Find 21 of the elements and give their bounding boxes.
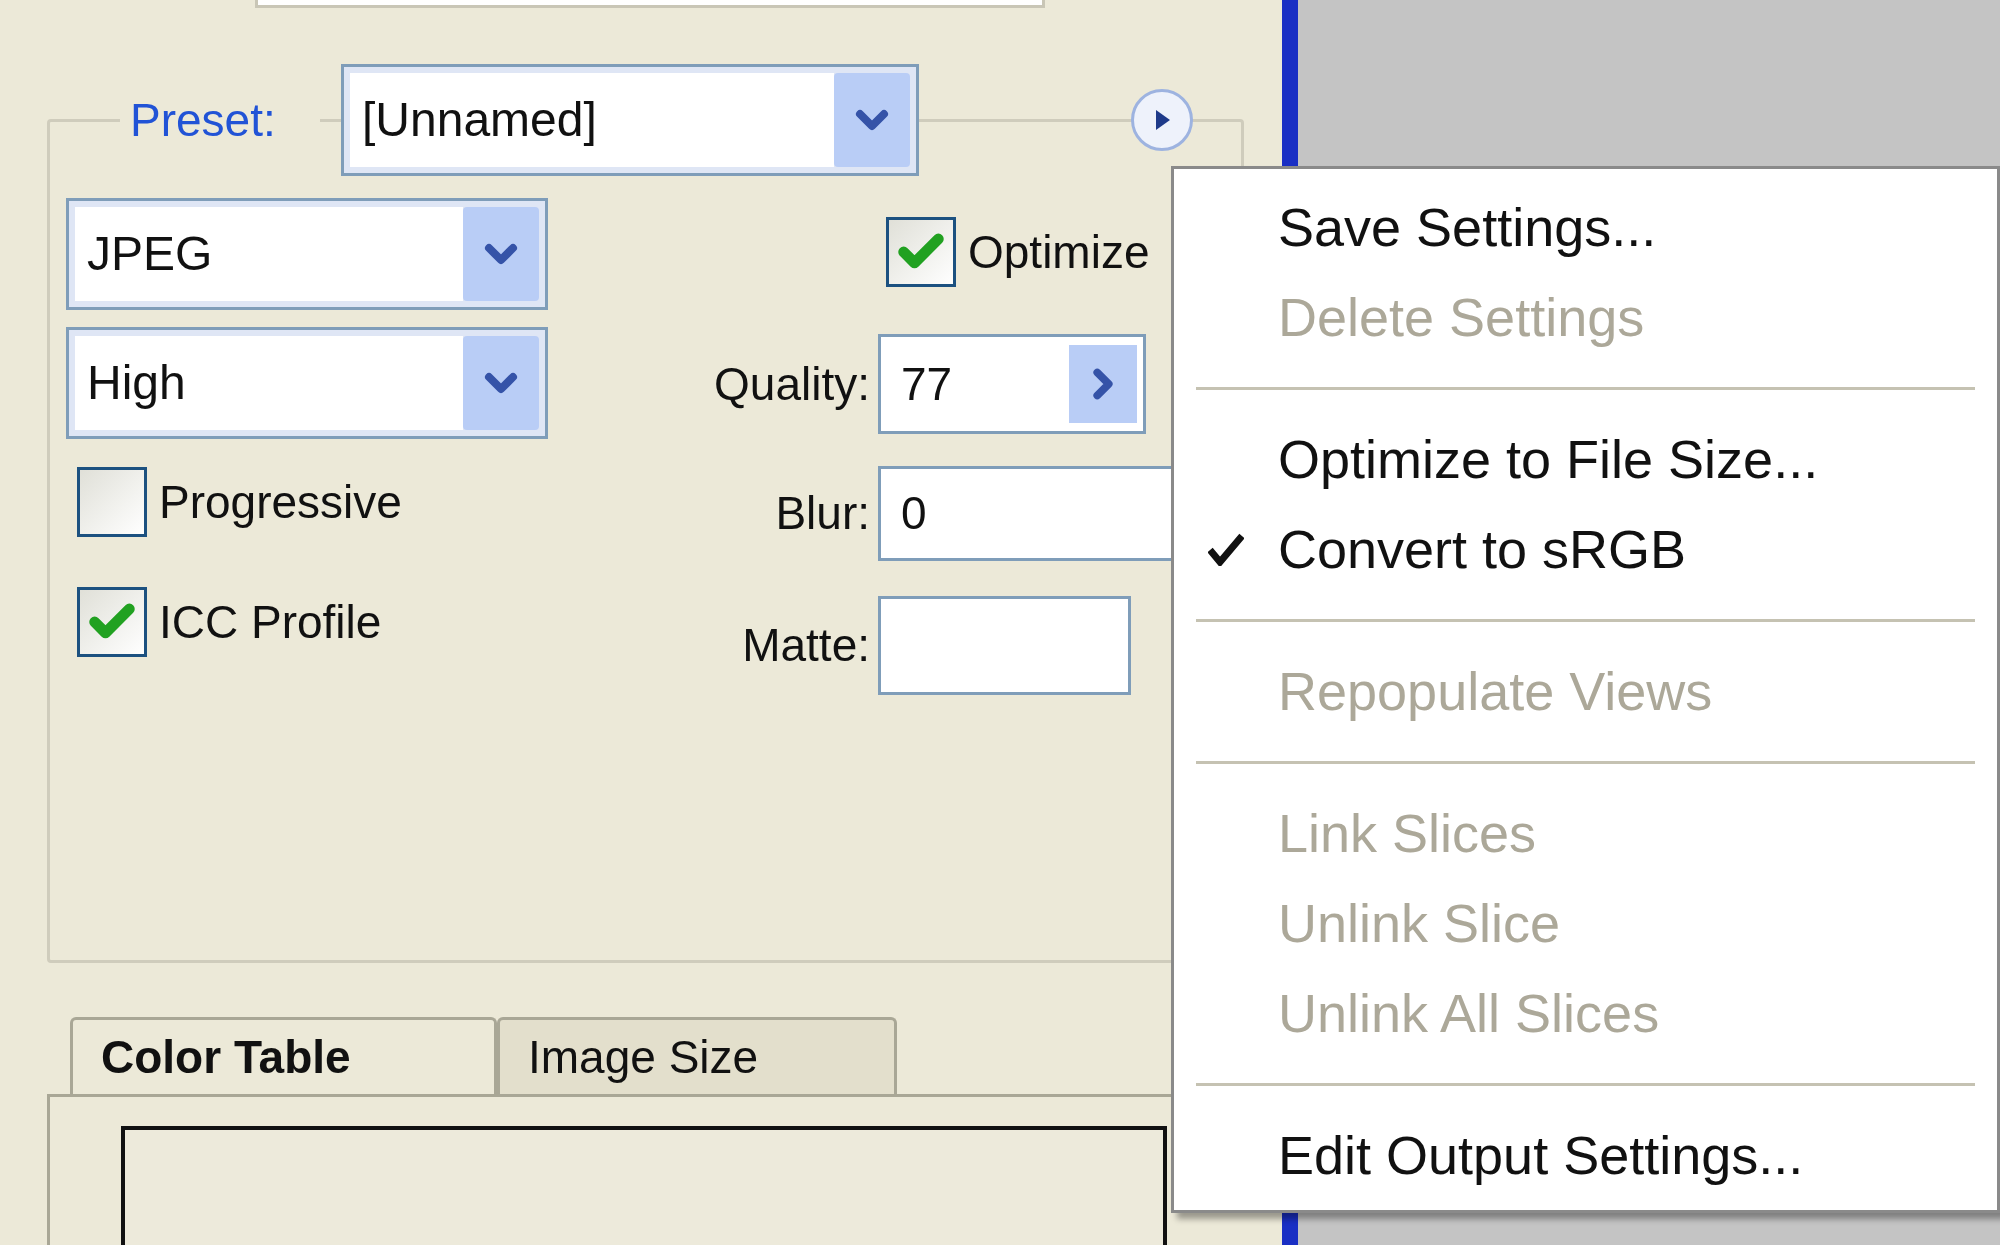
input-field[interactable] [878,596,1131,695]
arrow-right-icon[interactable] [1069,345,1137,423]
field-label: Quality: [713,356,871,412]
quality-dropdown[interactable]: High [66,327,548,439]
checkbox-label: Progressive [159,474,402,530]
format-dropdown[interactable]: JPEG [66,198,548,310]
tab[interactable]: Image Size [497,1017,897,1094]
checkbox-label: Optimize [968,224,1150,280]
preset-dropdown[interactable]: [Unnamed] [341,64,919,176]
menu-item[interactable]: Edit Output Settings... [1174,1110,1997,1200]
field-label: Matte: [741,618,871,673]
checkbox[interactable] [886,217,956,287]
checkbox[interactable] [77,467,147,537]
check-icon [1208,532,1244,566]
input-field[interactable] [255,0,1045,8]
field-label: Blur: [774,486,871,541]
menu-item[interactable]: Save Settings... [1174,182,1997,272]
checkbox-label: ICC Profile [159,594,382,650]
checkbox[interactable] [77,587,147,657]
tab[interactable]: Color Table [70,1017,497,1094]
input-field[interactable]: 77 [878,334,1146,434]
